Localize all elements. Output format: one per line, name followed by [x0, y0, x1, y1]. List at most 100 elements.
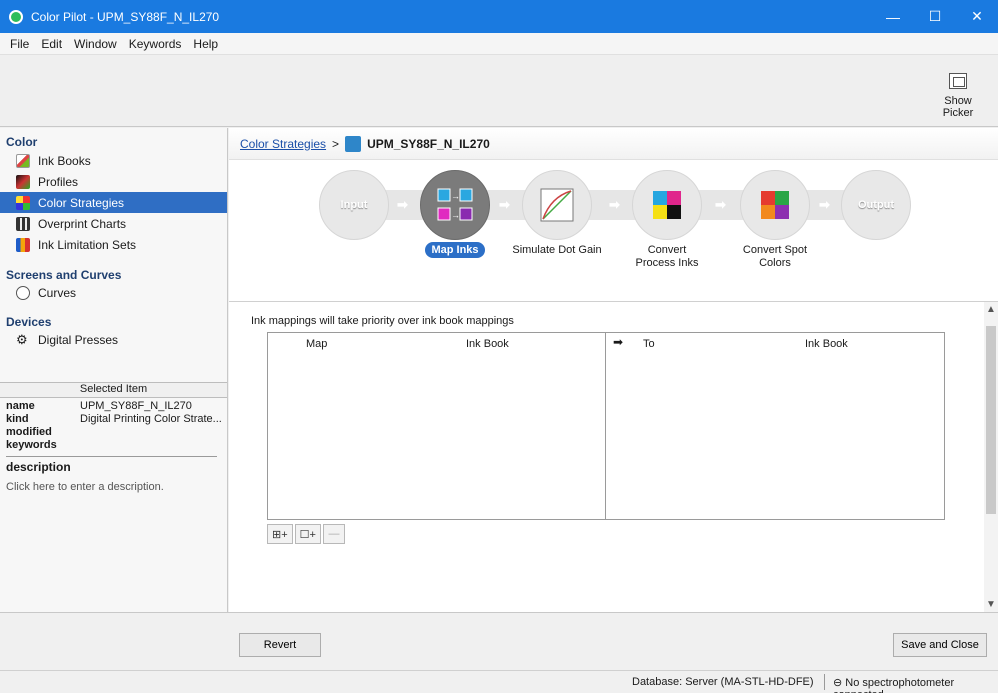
- database-status: Database: Server (MA-STL-HD-DFE): [632, 676, 814, 688]
- status-bar: Database: Server (MA-STL-HD-DFE) ⊖ No sp…: [0, 670, 998, 693]
- column-header-map[interactable]: Map: [306, 338, 327, 350]
- workflow-output: Output: [841, 170, 911, 240]
- ink-limitation-icon: [16, 237, 30, 252]
- arrow-right-icon: ➡: [819, 197, 830, 212]
- section-title-devices: Devices: [6, 315, 52, 329]
- selected-item-panel: Selected Item name UPM_SY88F_N_IL270 kin…: [0, 382, 227, 497]
- profile-icon: [16, 174, 30, 189]
- main-content: Color Strategies > UPM_SY88F_N_IL270 Inp…: [229, 128, 998, 612]
- sidebar-item-label: Curves: [38, 285, 77, 300]
- show-picker-button[interactable]: Show Picker: [928, 73, 988, 119]
- step-label-convert-process-inks[interactable]: Convert Process Inks: [612, 244, 722, 270]
- sidebar-item-color-strategies[interactable]: Color Strategies: [0, 192, 227, 213]
- vertical-scrollbar[interactable]: ▲ ▼: [984, 302, 998, 612]
- sidebar-item-curves[interactable]: Curves: [0, 282, 227, 303]
- workflow-input: Input: [319, 170, 389, 240]
- menu-edit[interactable]: Edit: [35, 37, 68, 51]
- section-title-color: Color: [6, 135, 38, 149]
- menu-window[interactable]: Window: [68, 37, 123, 51]
- column-header-ink-book[interactable]: Ink Book: [805, 338, 848, 350]
- description-field[interactable]: Click here to enter a description.: [0, 477, 227, 497]
- mapping-buttons: ⊞+ ☐+ —: [267, 524, 347, 544]
- menu-bar: File Edit Window Keywords Help: [0, 33, 998, 55]
- menu-file[interactable]: File: [4, 37, 35, 51]
- arrow-right-icon: ➡: [609, 197, 620, 212]
- add-ink-button[interactable]: ☐+: [294, 524, 321, 544]
- workflow-step-simulate-dot-gain[interactable]: [522, 170, 592, 240]
- breadcrumb-color-strategies-link[interactable]: Color Strategies: [240, 137, 326, 151]
- status-divider: [824, 674, 825, 690]
- arrow-right-icon: ➡: [613, 335, 624, 349]
- dot-gain-curve-icon: [540, 188, 574, 222]
- section-title-screens-curves: Screens and Curves: [6, 268, 122, 282]
- sidebar: Color Ink Books Profiles Color Strategie…: [0, 128, 228, 612]
- process-inks-icon: [653, 191, 681, 219]
- menu-keywords[interactable]: Keywords: [123, 37, 188, 51]
- map-from-pane: Map Ink Book: [268, 333, 606, 519]
- maximize-button[interactable]: ☐: [914, 0, 956, 33]
- scrollbar-thumb[interactable]: [986, 326, 996, 514]
- mapping-note: Ink mappings will take priority over ink…: [251, 315, 514, 327]
- sidebar-item-label: Profiles: [38, 174, 79, 189]
- spectrophotometer-status: ⊖ No spectrophotometer connected: [833, 677, 955, 693]
- gears-icon: ⚙: [16, 331, 28, 347]
- footer: Revert Save and Close: [0, 612, 998, 670]
- color-strategy-icon: [16, 195, 30, 210]
- sidebar-item-label: Ink Books: [38, 153, 91, 168]
- step-label-map-inks[interactable]: Map Inks: [400, 242, 510, 258]
- workflow-step-map-inks[interactable]: → →: [420, 170, 490, 240]
- map-to-pane: ➡ To Ink Book: [607, 333, 944, 519]
- breadcrumb-current: UPM_SY88F_N_IL270: [367, 136, 490, 151]
- arrow-right-icon: ➡: [397, 197, 408, 212]
- column-header-ink-book[interactable]: Ink Book: [466, 338, 509, 350]
- workflow-step-convert-spot-colors[interactable]: [740, 170, 810, 240]
- sidebar-item-ink-books[interactable]: Ink Books: [0, 150, 227, 171]
- prop-name-value: UPM_SY88F_N_IL270: [80, 400, 192, 412]
- selected-item-header: Selected Item: [0, 382, 227, 398]
- scroll-down-icon[interactable]: ▼: [984, 599, 998, 610]
- map-inks-icon: → →: [437, 188, 473, 221]
- arrow-right-icon: ➡: [499, 197, 510, 212]
- arrow-right-icon: ➡: [715, 197, 726, 212]
- show-picker-label: Show Picker: [942, 95, 974, 119]
- title-bar: Color Pilot - UPM_SY88F_N_IL270 — ☐ ✕: [0, 0, 998, 33]
- ink-mapping-table[interactable]: Map Ink Book ➡ To Ink Book: [267, 332, 945, 520]
- sidebar-item-label: Ink Limitation Sets: [38, 237, 137, 252]
- add-ink-set-button[interactable]: ⊞+: [267, 524, 293, 544]
- workflow-diagram: Input ➡ → → ➡ ➡ ➡ ➡ Output Map Inks Simu…: [229, 160, 998, 302]
- prop-kind: kind Digital Printing Color Strate...: [6, 413, 222, 425]
- column-header-to[interactable]: To: [643, 338, 655, 350]
- prop-kind-value: Digital Printing Color Strate...: [80, 413, 222, 425]
- svg-text:→: →: [451, 191, 460, 201]
- step-label-convert-spot-colors[interactable]: Convert Spot Colors: [720, 244, 830, 270]
- prop-name: name UPM_SY88F_N_IL270: [6, 400, 192, 412]
- remove-button[interactable]: —: [322, 524, 345, 544]
- spot-colors-icon: [761, 191, 789, 219]
- app-icon: [9, 9, 23, 24]
- picker-icon: [949, 73, 967, 89]
- sidebar-item-label: Color Strategies: [38, 195, 125, 210]
- ink-mapping-panel: Ink mappings will take priority over ink…: [229, 302, 984, 612]
- sidebar-item-label: Overprint Charts: [38, 216, 127, 231]
- workflow-step-convert-process-inks[interactable]: [632, 170, 702, 240]
- toolbar: Show Picker: [0, 55, 998, 127]
- description-title: description: [6, 460, 71, 474]
- curves-icon: [16, 285, 30, 300]
- color-strategy-icon: [345, 135, 362, 152]
- prop-keywords: keywords: [6, 439, 57, 451]
- sidebar-item-overprint-charts[interactable]: Overprint Charts: [0, 213, 227, 234]
- step-label-simulate-dot-gain[interactable]: Simulate Dot Gain: [502, 244, 612, 257]
- save-and-close-button[interactable]: Save and Close: [893, 633, 987, 657]
- window-title: Color Pilot - UPM_SY88F_N_IL270: [31, 9, 220, 24]
- prop-modified: modified: [6, 426, 52, 438]
- scroll-up-icon[interactable]: ▲: [984, 304, 998, 315]
- sidebar-item-digital-presses[interactable]: ⚙ Digital Presses: [0, 329, 227, 350]
- close-button[interactable]: ✕: [956, 0, 998, 33]
- minimize-button[interactable]: —: [872, 0, 914, 33]
- sidebar-item-ink-limitation-sets[interactable]: Ink Limitation Sets: [0, 234, 227, 255]
- menu-help[interactable]: Help: [187, 37, 224, 51]
- revert-button[interactable]: Revert: [239, 633, 321, 657]
- sidebar-item-label: Digital Presses: [38, 332, 119, 347]
- sidebar-item-profiles[interactable]: Profiles: [0, 171, 227, 192]
- ink-book-icon: [16, 153, 30, 168]
